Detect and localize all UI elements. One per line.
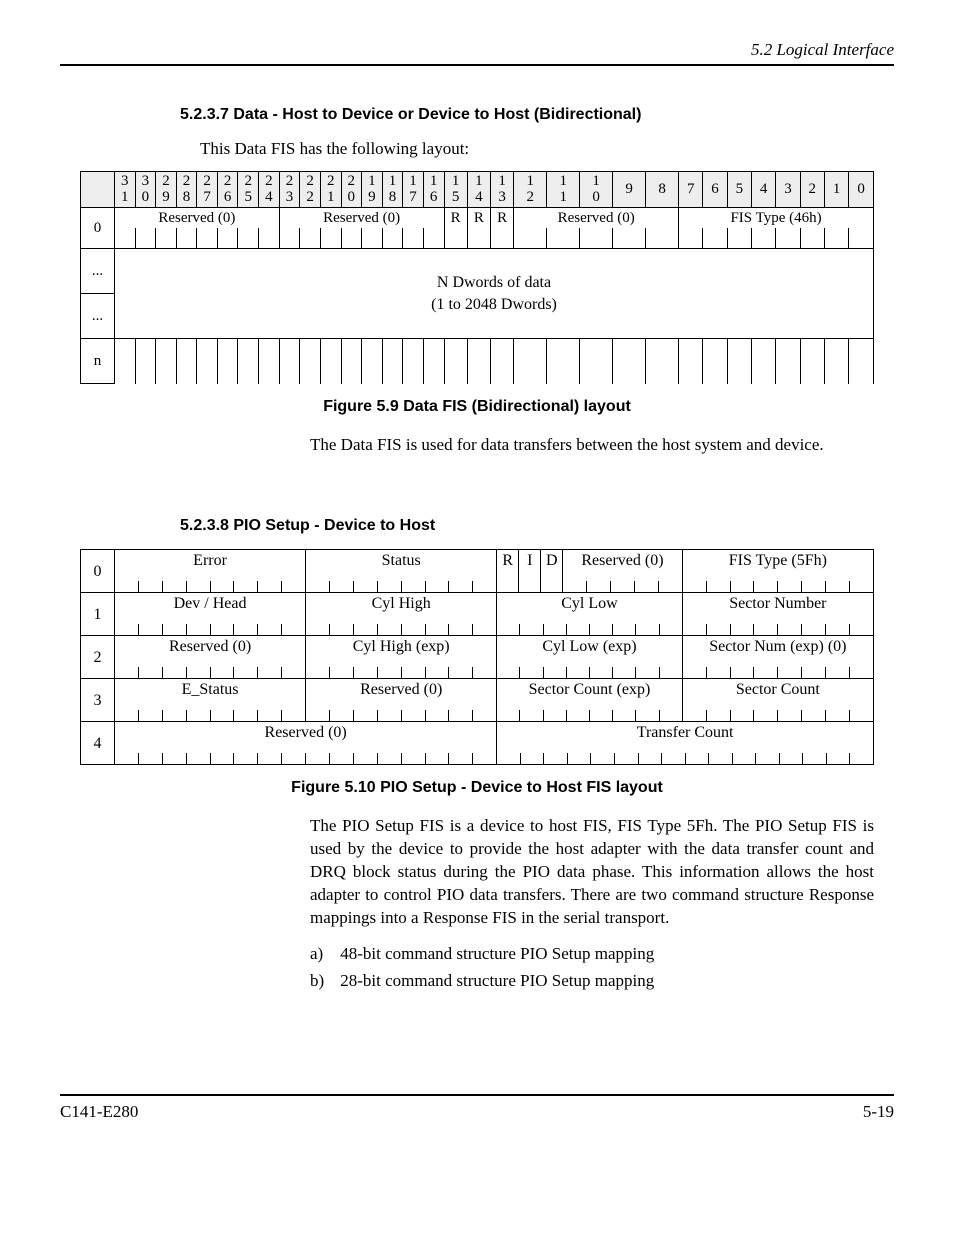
page-footer: C141-E280 5-19 — [60, 1094, 894, 1122]
row-dots-2: ... — [81, 294, 115, 339]
bit-number-row: 3130292827262524232221201918171615141312… — [81, 171, 874, 208]
dword0-ticks — [81, 228, 874, 249]
data-fis-table: 3130292827262524232221201918171615141312… — [80, 171, 874, 385]
running-header: 5.2 Logical Interface — [60, 40, 894, 66]
footer-left: C141-E280 — [60, 1102, 138, 1122]
pio-setup-table: 0ErrorStatusRIDReserved (0)FIS Type (5Fh… — [80, 549, 874, 765]
list-item-b: b) 28-bit command structure PIO Setup ma… — [310, 967, 894, 994]
list-item-a: a) 48-bit command structure PIO Setup ma… — [310, 940, 894, 967]
section-title-5237: 5.2.3.7 Data - Host to Device or Device … — [180, 106, 894, 124]
rown-ticks — [81, 339, 874, 384]
row-dots-1: ... N Dwords of data (1 to 2048 Dwords) — [81, 249, 874, 294]
figure-5-9-caption: Figure 5.9 Data FIS (Bidirectional) layo… — [60, 398, 894, 416]
figure-5-9: 3130292827262524232221201918171615141312… — [80, 171, 874, 385]
footer-right: 5-19 — [863, 1102, 894, 1122]
dword0-fields: 0 Reserved (0) Reserved (0) R R R Reserv… — [81, 208, 874, 229]
section-title-5238: 5.2.3.8 PIO Setup - Device to Host — [180, 517, 894, 535]
intro-text: This Data FIS has the following layout: — [200, 138, 874, 161]
row-label-0: 0 — [81, 208, 115, 249]
figure-5-10: 0ErrorStatusRIDReserved (0)FIS Type (5Fh… — [80, 549, 874, 765]
fig510-para: The PIO Setup FIS is a device to host FI… — [310, 815, 874, 930]
fig59-after-text: The Data FIS is used for data transfers … — [310, 434, 874, 457]
figure-5-10-caption: Figure 5.10 PIO Setup - Device to Host F… — [60, 779, 894, 797]
